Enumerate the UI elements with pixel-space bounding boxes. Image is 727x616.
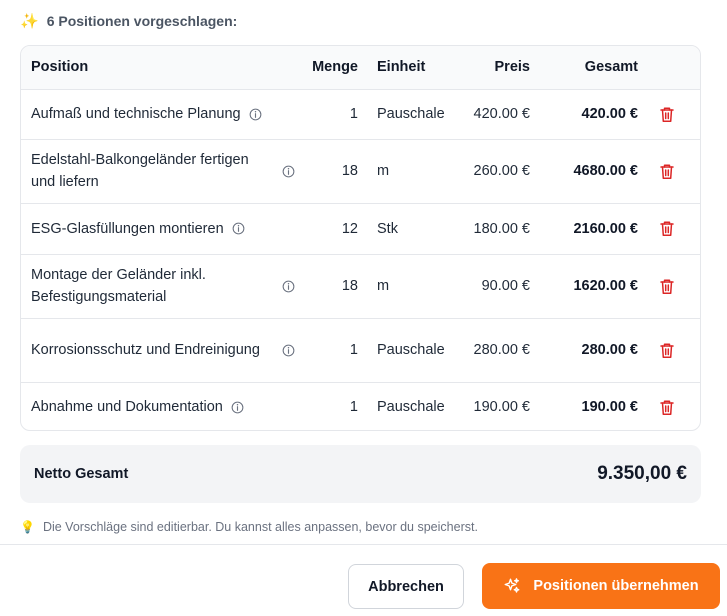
- sparkles-icon: [504, 578, 520, 593]
- header-actions: [647, 46, 700, 90]
- delete-row-button[interactable]: [647, 139, 700, 203]
- table-header-row: Position Menge Einheit Preis Gesamt: [21, 46, 700, 90]
- cell-position[interactable]: Abnahme und Dokumentation: [21, 382, 297, 430]
- cell-gesamt: 1620.00 €: [573, 278, 638, 294]
- cell-preis[interactable]: 90.00 €: [447, 254, 539, 318]
- trash-icon[interactable]: [659, 106, 675, 123]
- net-total-label: Netto Gesamt: [34, 466, 129, 482]
- header-position: Position: [21, 46, 297, 90]
- cell-preis[interactable]: 190.00 €: [447, 382, 539, 430]
- info-icon[interactable]: [282, 344, 295, 357]
- dialog-footer: Abbrechen Positionen übernehmen: [0, 544, 727, 616]
- trash-icon[interactable]: [659, 163, 675, 180]
- cell-einheit[interactable]: m: [367, 139, 447, 203]
- delete-row-button[interactable]: [647, 89, 700, 139]
- cell-einheit[interactable]: m: [367, 254, 447, 318]
- cell-menge[interactable]: 1: [297, 318, 367, 382]
- position-name: Aufmaß und technische Planung: [31, 106, 241, 122]
- trash-icon[interactable]: [659, 342, 675, 359]
- header-einheit: Einheit: [367, 46, 447, 90]
- info-icon[interactable]: [282, 165, 295, 178]
- table-row: ESG-Glasfüllungen montieren 12 Stk 180.00 €…: [21, 203, 700, 254]
- cell-preis[interactable]: 180.00 €: [447, 203, 539, 254]
- apply-button-label: Positionen übernehmen: [533, 578, 699, 594]
- hint-text: Die Vorschläge sind editierbar. Du kanns…: [42, 520, 478, 534]
- cell-preis[interactable]: 280.00 €: [447, 318, 539, 382]
- cell-position[interactable]: Edelstahl-Balkongeländer fertigen und li…: [21, 139, 297, 203]
- cell-gesamt: 4680.00 €: [573, 163, 638, 179]
- cell-menge[interactable]: 1: [297, 382, 367, 430]
- table-row: Korrosionsschutz und Endreinigung 1 Pausch…: [21, 318, 700, 382]
- table-row: Abnahme und Dokumentation 1 Pauschale 190.0…: [21, 382, 700, 430]
- heading-text: 6 Positionen vorgeschlagen:: [46, 13, 238, 29]
- trash-icon[interactable]: [659, 399, 675, 416]
- trash-icon[interactable]: [659, 220, 675, 237]
- cell-einheit[interactable]: Pauschale: [367, 318, 447, 382]
- position-name: Edelstahl-Balkongeländer fertigen und li…: [31, 152, 249, 190]
- info-icon[interactable]: [232, 222, 245, 235]
- cell-menge[interactable]: 18: [297, 139, 367, 203]
- header-gesamt: Gesamt: [539, 46, 647, 90]
- cell-gesamt: 190.00 €: [581, 399, 638, 416]
- cancel-button[interactable]: Abbrechen: [348, 564, 464, 609]
- cell-position[interactable]: Montage der Geländer inkl. Befestigungsm…: [21, 254, 297, 318]
- delete-row-button[interactable]: [647, 203, 700, 254]
- cell-gesamt: 280.00 €: [581, 342, 638, 358]
- table-row: Edelstahl-Balkongeländer fertigen und li…: [21, 139, 700, 203]
- cell-gesamt: 420.00 €: [581, 106, 638, 122]
- cell-menge[interactable]: 12: [297, 203, 367, 254]
- cell-position[interactable]: ESG-Glasfüllungen montieren: [21, 203, 297, 254]
- position-name: Korrosionsschutz und Endreinigung: [31, 342, 260, 358]
- sparkles-icon: ✨: [20, 13, 39, 30]
- table-row: Aufmaß und technische Planung 1 Pauschale 4…: [21, 89, 700, 139]
- suggestions-heading: ✨ 6 Positionen vorgeschlagen:: [20, 10, 237, 32]
- position-name: Abnahme und Dokumentation: [31, 399, 223, 416]
- cell-einheit[interactable]: Pauschale: [367, 89, 447, 139]
- cell-gesamt: 2160.00 €: [573, 220, 638, 237]
- apply-positions-button[interactable]: Positionen übernehmen: [482, 563, 720, 609]
- table-row: Montage der Geländer inkl. Befestigungsm…: [21, 254, 700, 318]
- info-icon[interactable]: [282, 280, 295, 293]
- cell-preis[interactable]: 420.00 €: [447, 89, 539, 139]
- trash-icon[interactable]: [659, 278, 675, 295]
- lightbulb-icon: 💡: [20, 520, 35, 534]
- position-name: Montage der Geländer inkl. Befestigungsm…: [31, 267, 206, 305]
- info-icon[interactable]: [249, 108, 262, 121]
- cell-einheit[interactable]: Pauschale: [367, 382, 447, 430]
- delete-row-button[interactable]: [647, 318, 700, 382]
- net-total-amount: 9.350,00 €: [597, 463, 687, 484]
- delete-row-button[interactable]: [647, 254, 700, 318]
- positions-table: Position Menge Einheit Preis Gesamt Aufm…: [20, 45, 701, 431]
- cell-position[interactable]: Aufmaß und technische Planung: [21, 89, 297, 139]
- cell-einheit[interactable]: Stk: [367, 203, 447, 254]
- delete-row-button[interactable]: [647, 382, 700, 430]
- editable-hint: 💡 Die Vorschläge sind editierbar. Du kan…: [20, 517, 478, 537]
- cell-position[interactable]: Korrosionsschutz und Endreinigung: [21, 318, 297, 382]
- cell-menge[interactable]: 1: [297, 89, 367, 139]
- net-total-bar: Netto Gesamt 9.350,00 €: [20, 445, 701, 503]
- cell-preis[interactable]: 260.00 €: [447, 139, 539, 203]
- header-menge: Menge: [297, 46, 367, 90]
- info-icon[interactable]: [231, 401, 244, 414]
- position-name: ESG-Glasfüllungen montieren: [31, 220, 224, 237]
- cell-menge[interactable]: 18: [297, 254, 367, 318]
- header-preis: Preis: [447, 46, 539, 90]
